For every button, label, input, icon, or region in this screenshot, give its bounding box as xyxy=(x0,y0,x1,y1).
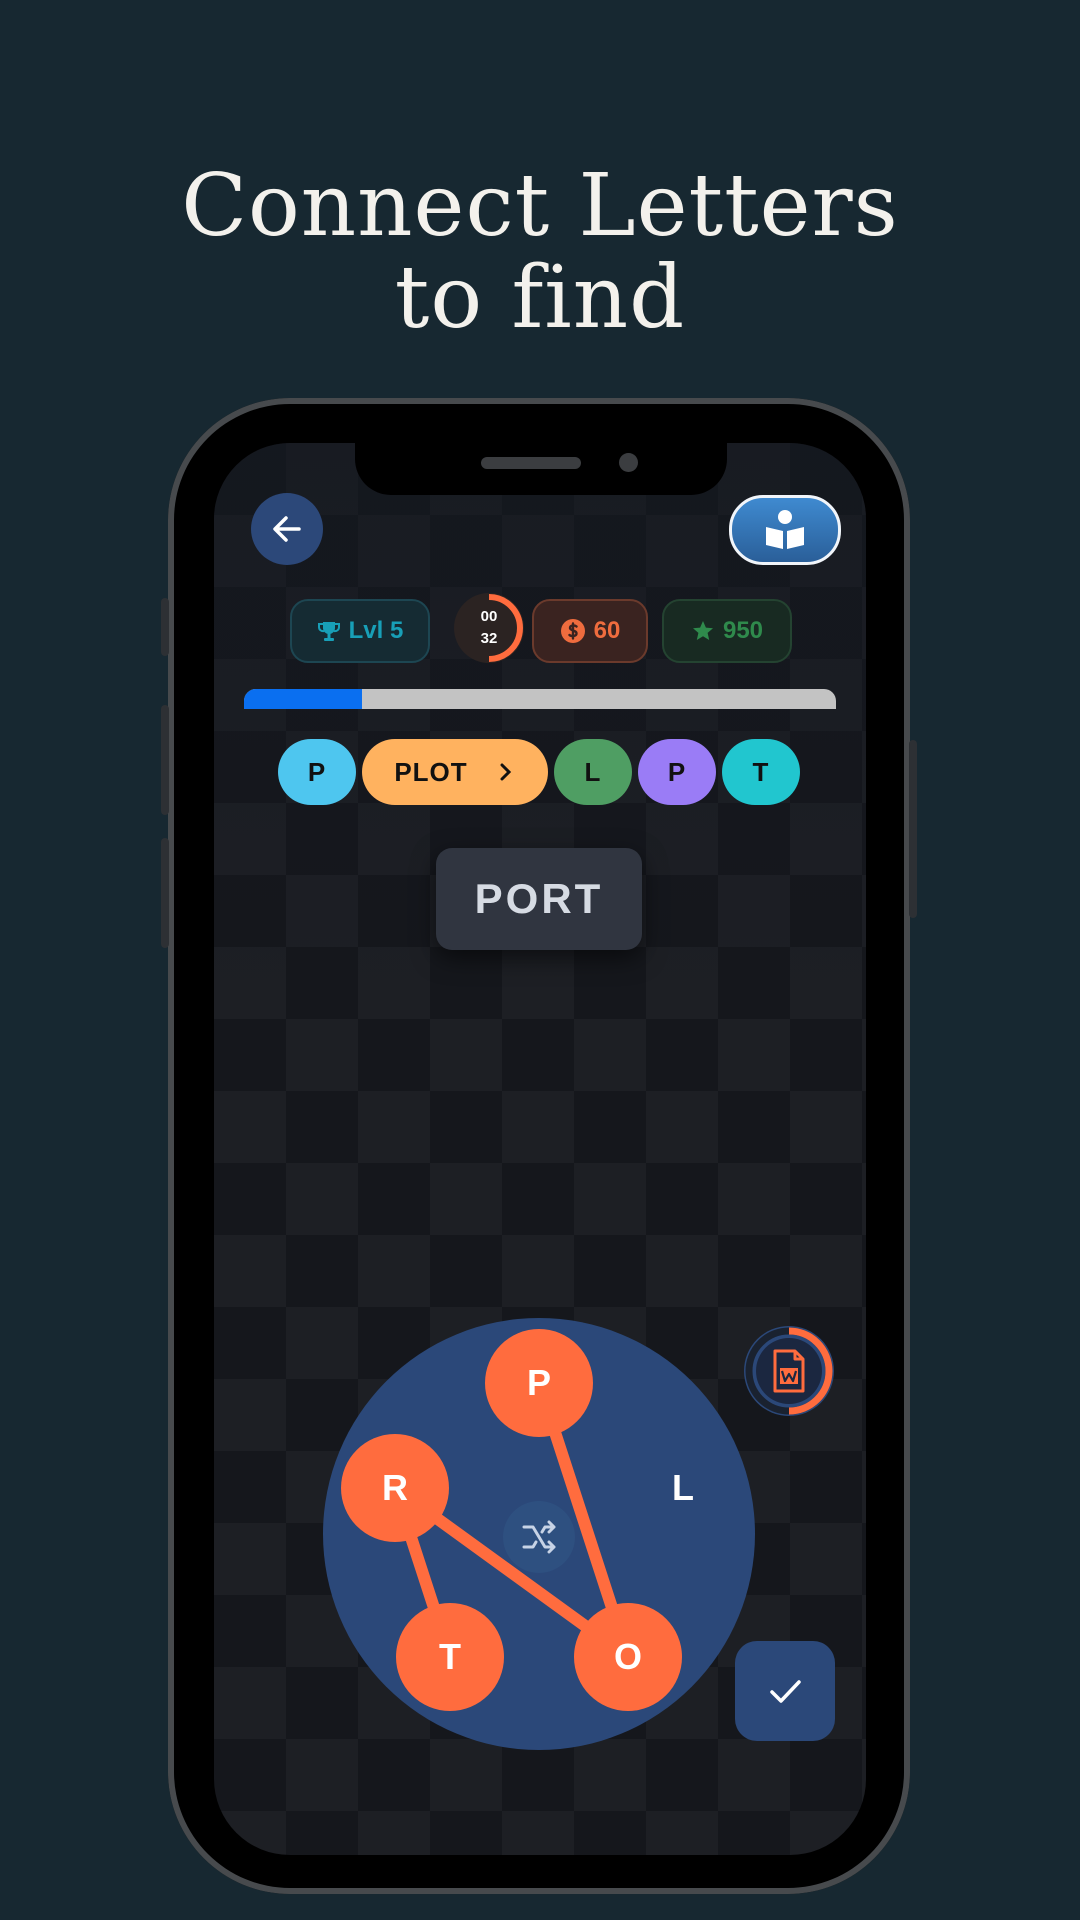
hint-button[interactable] xyxy=(740,1322,838,1420)
shuffle-icon xyxy=(522,1520,556,1554)
timer-seconds: 32 xyxy=(480,630,498,647)
coins-count: 60 xyxy=(593,617,621,644)
wheel-letter-o[interactable]: O xyxy=(574,1603,682,1711)
current-word-display: PORT xyxy=(436,848,642,950)
wheel-letter-r[interactable]: R xyxy=(341,1434,449,1542)
wheel-letter-p[interactable]: P xyxy=(485,1329,593,1437)
back-button[interactable] xyxy=(251,493,323,565)
phone-power-button xyxy=(909,740,917,918)
found-word-chip[interactable]: L xyxy=(554,739,632,805)
word-file-icon xyxy=(773,1349,805,1393)
game-screen: Lvl 5 00 32 60 950 P PLOT L P T PORT P R… xyxy=(214,443,866,1855)
phone-volume-down-button xyxy=(161,838,169,948)
phone-volume-up-button xyxy=(161,705,169,815)
trophy-icon xyxy=(317,622,340,641)
found-word-chip[interactable]: P xyxy=(638,739,716,805)
stars-count: 950 xyxy=(722,617,764,644)
dollar-coin-icon xyxy=(560,619,585,643)
wheel-letter-t[interactable]: T xyxy=(396,1603,504,1711)
level-progress-fill xyxy=(244,689,363,709)
found-word-chip[interactable]: T xyxy=(722,739,800,805)
confirm-button[interactable] xyxy=(735,1641,835,1741)
headline-line-2: to find xyxy=(394,248,686,348)
camera-dot xyxy=(619,453,638,472)
phone-side-button xyxy=(161,598,169,656)
guide-button[interactable] xyxy=(729,495,841,565)
found-word-label: T xyxy=(752,756,770,787)
star-icon xyxy=(692,621,713,640)
stars-badge: 950 xyxy=(662,599,792,663)
stats-bar: Lvl 5 00 32 60 950 xyxy=(214,593,866,663)
found-word-chip[interactable]: PLOT xyxy=(362,739,548,805)
book-reader-icon xyxy=(766,510,804,549)
headline-line-1: Connect Letters xyxy=(181,156,899,256)
level-badge: Lvl 5 xyxy=(290,599,430,663)
arrow-left-icon xyxy=(273,516,301,542)
found-word-label: P xyxy=(667,756,687,787)
letter-wheel[interactable]: PR L TO xyxy=(323,1318,755,1750)
countdown-timer: 00 32 xyxy=(454,593,524,663)
chevron-right-icon xyxy=(500,763,511,781)
coins-badge: 60 xyxy=(532,599,648,663)
wheel-letter-l[interactable]: L xyxy=(629,1434,737,1542)
timer-minutes: 00 xyxy=(480,608,498,625)
level-label: Lvl 5 xyxy=(348,617,404,644)
found-word-chip[interactable]: P xyxy=(278,739,356,805)
shuffle-button[interactable] xyxy=(503,1501,575,1573)
found-word-label: L xyxy=(584,756,602,787)
headline: Connect Letters to find xyxy=(0,160,1080,344)
speaker-grille xyxy=(481,457,581,469)
found-word-label: PLOT xyxy=(394,756,468,787)
phone-notch xyxy=(355,443,727,495)
found-word-label: P xyxy=(307,756,327,787)
level-progress-bar xyxy=(244,689,836,709)
check-icon xyxy=(770,1680,801,1703)
